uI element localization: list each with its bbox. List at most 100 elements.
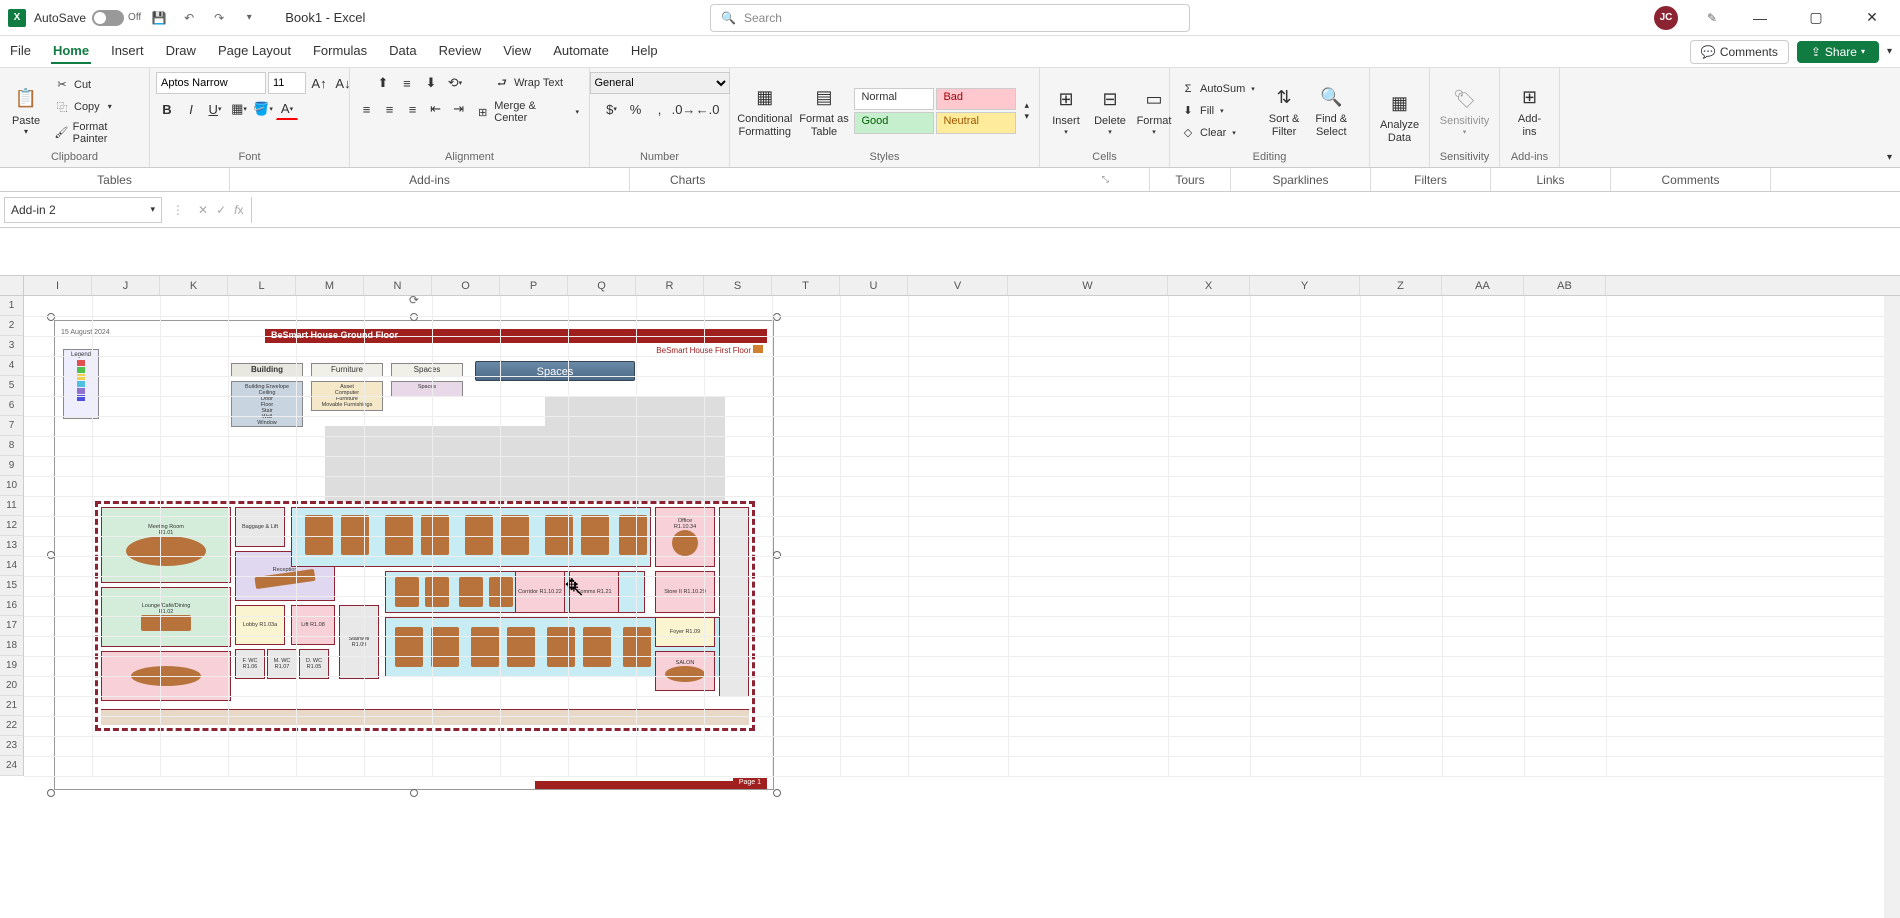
decrease-indent-icon[interactable]: ⇤ — [425, 98, 446, 120]
column-header-O[interactable]: O — [432, 276, 500, 295]
paste-button[interactable]: 📋 Paste ▾ — [6, 83, 46, 138]
secondary-tab-tables[interactable]: Tables — [0, 168, 230, 191]
tab-draw[interactable]: Draw — [164, 39, 198, 64]
column-header-J[interactable]: J — [92, 276, 160, 295]
row-header-18[interactable]: 18 — [0, 636, 24, 656]
column-header-Y[interactable]: Y — [1250, 276, 1360, 295]
column-header-AB[interactable]: AB — [1524, 276, 1606, 295]
styles-more-icon[interactable]: ▴▾ — [1020, 100, 1033, 122]
delete-cells-button[interactable]: ⊟Delete▾ — [1090, 83, 1130, 137]
cancel-formula-icon[interactable]: ✕ — [198, 203, 208, 217]
room-lift[interactable]: Lift R1.08 — [291, 605, 335, 645]
sort-filter-button[interactable]: ⇅Sort & Filter — [1263, 81, 1306, 139]
secondary-tab-tours[interactable]: Tours — [1150, 168, 1231, 191]
resize-handle-w[interactable] — [47, 551, 55, 559]
row-header-13[interactable]: 13 — [0, 536, 24, 556]
tab-view[interactable]: View — [501, 39, 533, 64]
spaces-button[interactable]: Spaces — [475, 361, 635, 381]
font-color-button[interactable]: A▾ — [276, 98, 298, 120]
analyze-data-button[interactable]: ▦Analyze Data — [1376, 87, 1423, 145]
column-header-V[interactable]: V — [908, 276, 1008, 295]
row-header-6[interactable]: 6 — [0, 396, 24, 416]
insert-cells-button[interactable]: ⊞Insert▾ — [1046, 83, 1086, 137]
floorplan-addin[interactable]: 15 August 2024 BeSmart House Ground Floo… — [54, 320, 774, 790]
fx-icon[interactable]: fx — [234, 203, 243, 217]
ribbon-options-icon[interactable]: ▾ — [1887, 46, 1892, 57]
row-header-1[interactable]: 1 — [0, 296, 24, 316]
format-painter-button[interactable]: 🖌Format Painter — [50, 119, 143, 147]
close-icon[interactable]: ✕ — [1852, 2, 1892, 34]
column-header-K[interactable]: K — [160, 276, 228, 295]
increase-indent-icon[interactable]: ⇥ — [448, 98, 469, 120]
tab-formulas[interactable]: Formulas — [311, 39, 369, 64]
tab-insert[interactable]: Insert — [109, 39, 146, 64]
autosum-button[interactable]: ΣAutoSum▾ — [1176, 79, 1259, 99]
sub-spaces-list[interactable]: Spaces — [391, 381, 463, 397]
row-header-22[interactable]: 22 — [0, 716, 24, 736]
room-meeting[interactable]: Meeting Room R1.01 — [101, 507, 231, 583]
floorplan-link[interactable]: BeSmart House First Floor — [656, 345, 763, 355]
percent-icon[interactable]: % — [625, 98, 647, 120]
enter-formula-icon[interactable]: ✓ — [216, 203, 226, 217]
vertical-scrollbar[interactable] — [1884, 296, 1900, 918]
resize-handle-s[interactable] — [410, 789, 418, 797]
fill-color-button[interactable]: 🪣▾ — [252, 98, 274, 120]
comma-icon[interactable]: , — [649, 98, 671, 120]
align-center-icon[interactable]: ≡ — [379, 98, 400, 120]
style-neutral[interactable]: Neutral — [936, 112, 1016, 134]
copy-button[interactable]: ⿻Copy▾ — [50, 97, 143, 117]
minimize-icon[interactable]: — — [1740, 2, 1780, 34]
rotate-handle-icon[interactable]: ⟳ — [409, 293, 419, 307]
style-bad[interactable]: Bad — [936, 88, 1016, 110]
column-header-M[interactable]: M — [296, 276, 364, 295]
align-bottom-icon[interactable]: ⬇ — [420, 72, 442, 94]
secondary-tab-add-ins[interactable]: Add-ins — [230, 168, 630, 191]
room-wc1[interactable]: F. WC R1.06 — [235, 649, 265, 679]
style-good[interactable]: Good — [854, 112, 934, 134]
avatar[interactable]: JC — [1654, 6, 1678, 30]
room-wc2[interactable]: M. WC R1.07 — [267, 649, 297, 679]
conditional-formatting-button[interactable]: ▦Conditional Formatting — [736, 81, 794, 139]
tab-automate[interactable]: Automate — [551, 39, 611, 64]
secondary-tab-charts[interactable]: Charts⤡ — [630, 168, 1150, 191]
tab-file[interactable]: File — [8, 39, 33, 64]
column-header-R[interactable]: R — [636, 276, 704, 295]
tab-review[interactable]: Review — [437, 39, 484, 64]
row-header-4[interactable]: 4 — [0, 356, 24, 376]
grow-font-icon[interactable]: A↑ — [308, 72, 330, 94]
name-box-divider-icon[interactable]: ⋮ — [166, 203, 190, 217]
formula-input[interactable] — [252, 197, 1900, 223]
column-header-Z[interactable]: Z — [1360, 276, 1442, 295]
align-right-icon[interactable]: ≡ — [402, 98, 423, 120]
tab-help[interactable]: Help — [629, 39, 660, 64]
align-top-icon[interactable]: ⬆ — [372, 72, 394, 94]
room-lobby[interactable]: Lobby R1.03a — [235, 605, 285, 645]
room-baggage[interactable]: Baggage & Lift — [235, 507, 285, 547]
column-header-N[interactable]: N — [364, 276, 432, 295]
row-header-9[interactable]: 9 — [0, 456, 24, 476]
row-header-17[interactable]: 17 — [0, 616, 24, 636]
wrap-text-button[interactable]: ⮐Wrap Text — [490, 72, 567, 94]
room-foyer[interactable]: Foyer R1.09 — [655, 617, 715, 647]
comments-button[interactable]: 💬 Comments — [1690, 40, 1789, 64]
increase-decimal-icon[interactable]: .0→ — [673, 98, 695, 120]
qat-dropdown-icon[interactable]: ▾ — [237, 6, 261, 30]
room-store[interactable]: Store II R1.10.29 — [655, 571, 715, 613]
row-header-14[interactable]: 14 — [0, 556, 24, 576]
resize-handle-n[interactable] — [410, 313, 418, 321]
save-icon[interactable]: 💾 — [147, 6, 171, 30]
row-header-5[interactable]: 5 — [0, 376, 24, 396]
cut-button[interactable]: ✂Cut — [50, 75, 143, 95]
addins-button[interactable]: ⊞Add-ins — [1506, 81, 1553, 139]
resize-handle-nw[interactable] — [47, 313, 55, 321]
row-header-24[interactable]: 24 — [0, 756, 24, 776]
row-header-23[interactable]: 23 — [0, 736, 24, 756]
column-header-I[interactable]: I — [24, 276, 92, 295]
autosave-toggle[interactable]: AutoSave Off — [34, 10, 141, 26]
row-header-7[interactable]: 7 — [0, 416, 24, 436]
undo-icon[interactable]: ↶ — [177, 6, 201, 30]
row-header-19[interactable]: 19 — [0, 656, 24, 676]
resize-handle-ne[interactable] — [773, 313, 781, 321]
orientation-icon[interactable]: ⟲▾ — [444, 72, 466, 94]
tab-data[interactable]: Data — [387, 39, 418, 64]
